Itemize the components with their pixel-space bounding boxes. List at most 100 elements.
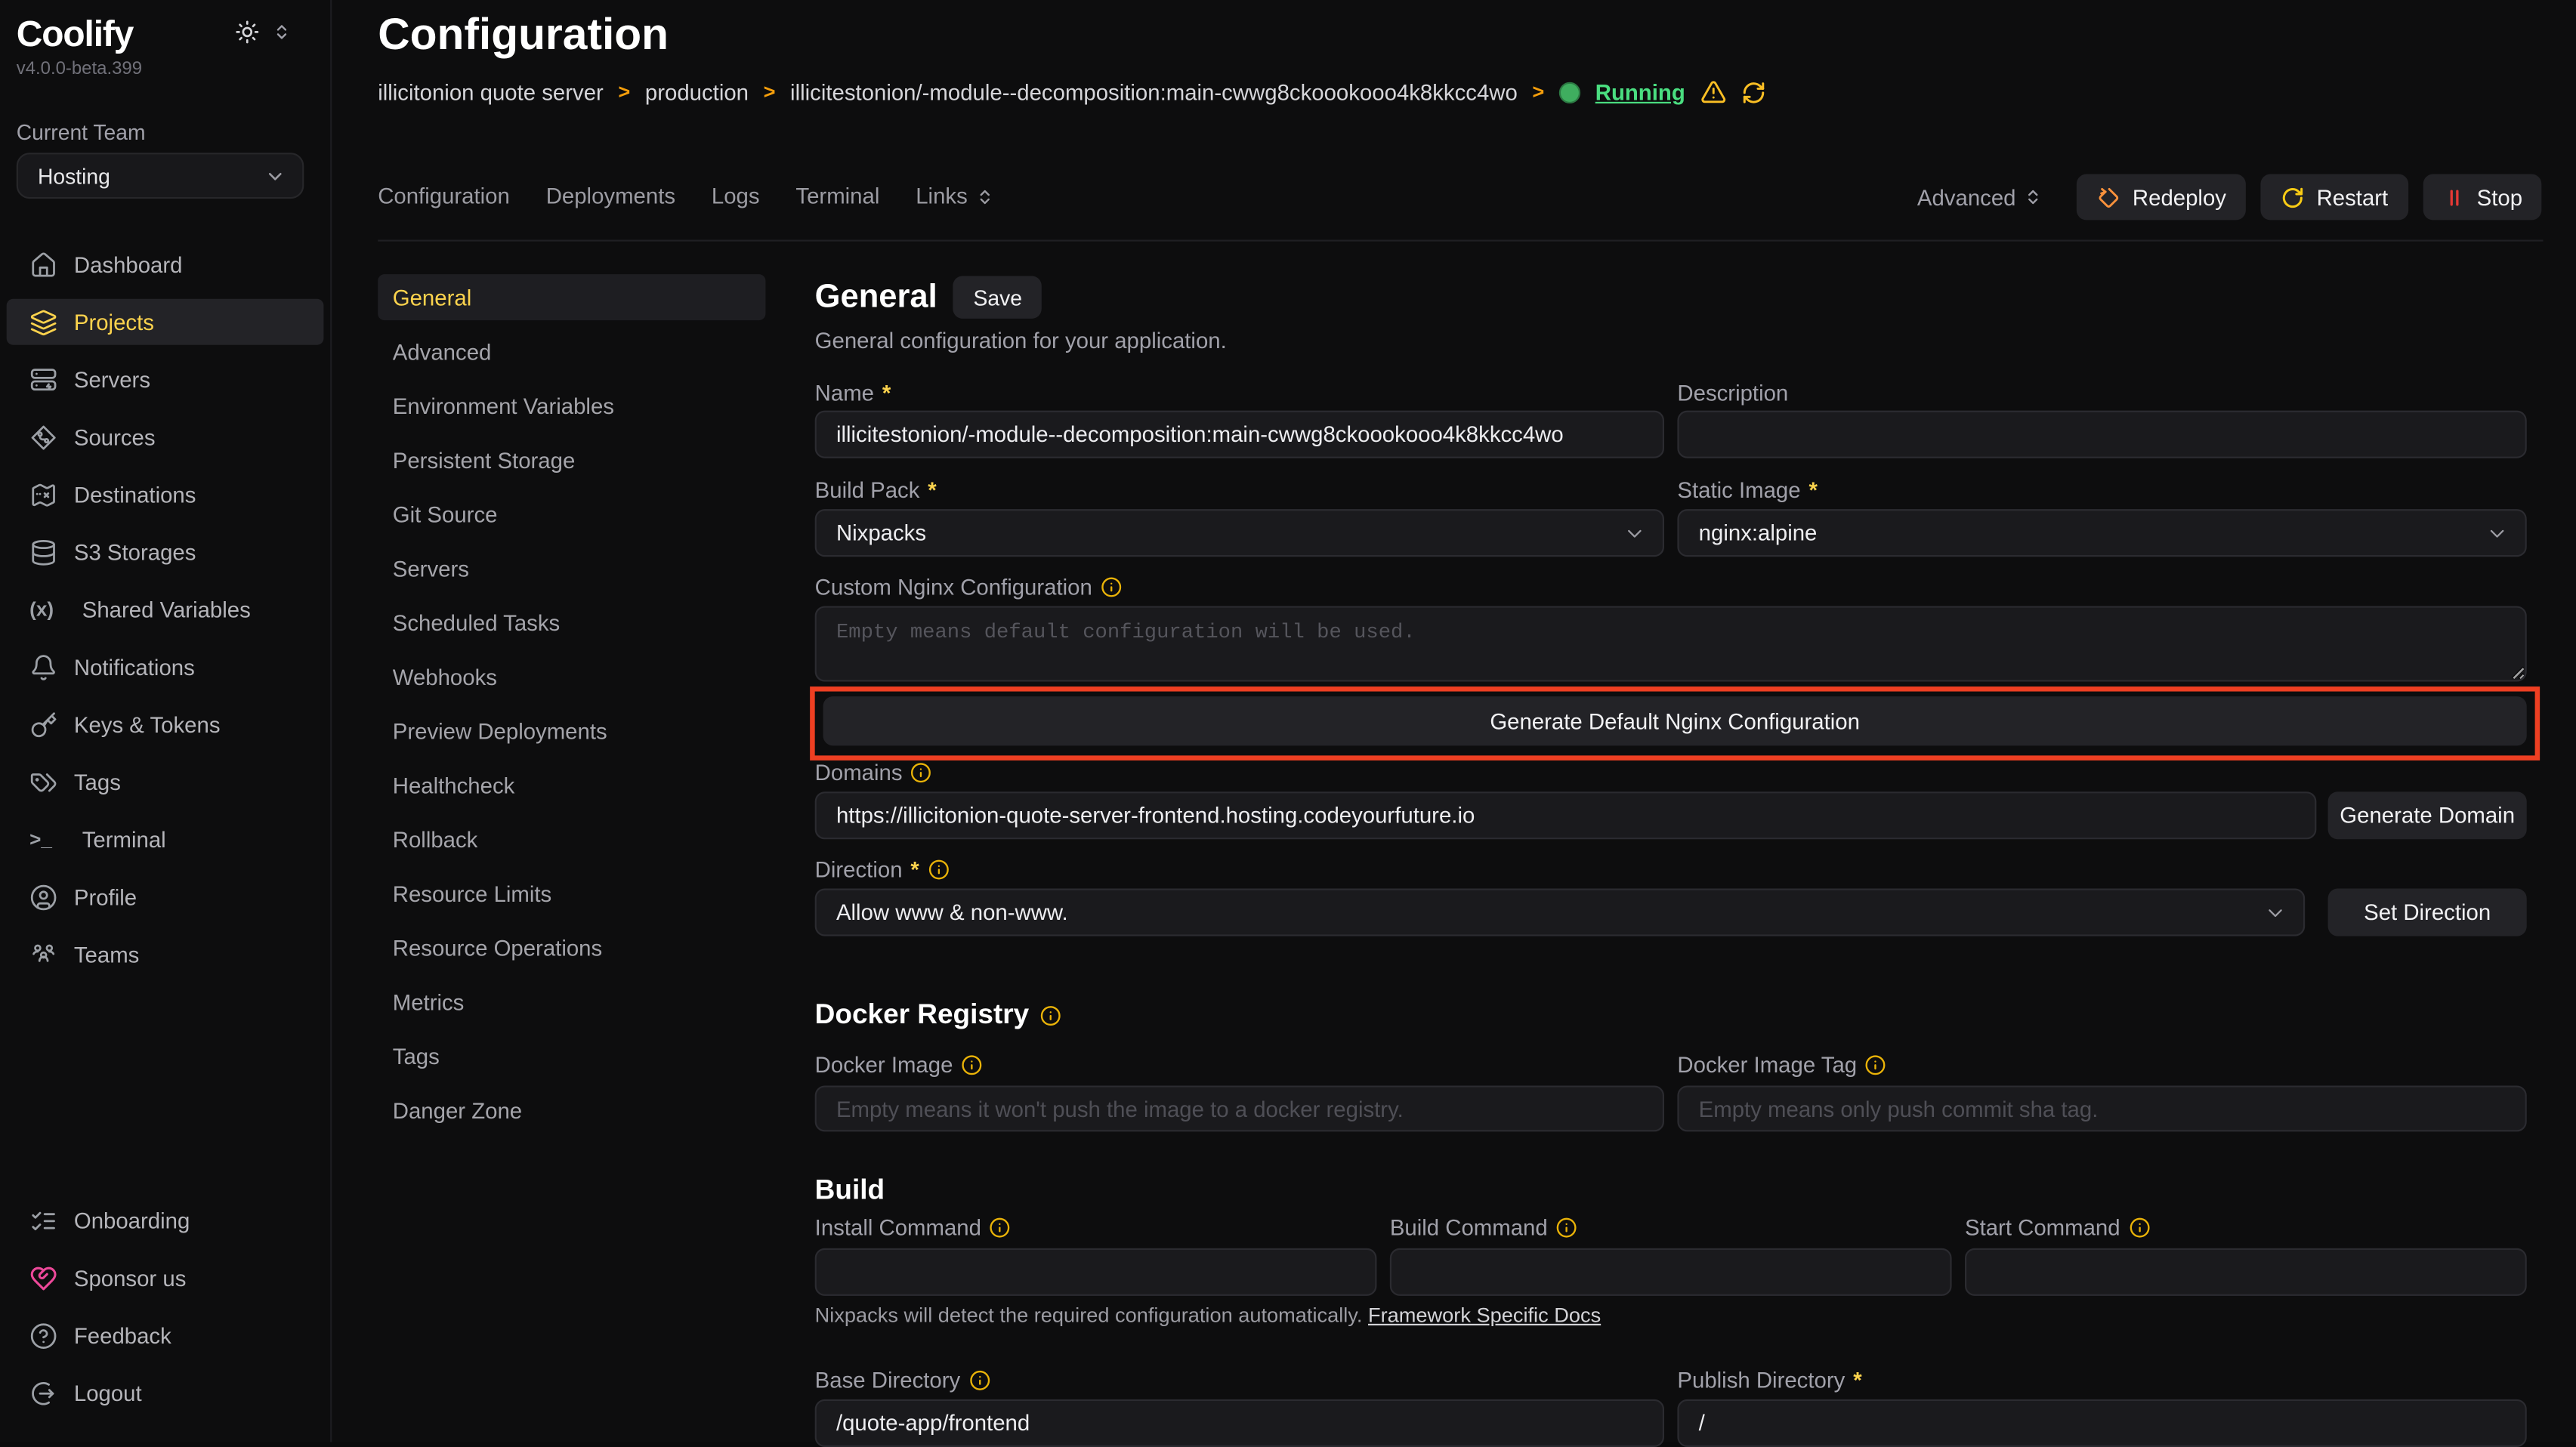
map-icon [29,480,57,508]
breadcrumb-environment[interactable]: production [645,79,749,104]
sidebar-item-profile[interactable]: Profile [0,874,330,920]
docker-registry-heading: Docker Registry [815,998,1030,1031]
docker-image-label: Docker Image [815,1053,953,1078]
subnav-item-rollback[interactable]: Rollback [378,816,765,862]
subnav-item-git-source[interactable]: Git Source [378,491,765,537]
description-input[interactable] [1677,411,2526,458]
info-icon[interactable] [910,762,931,783]
sidebar-item-terminal[interactable]: >_ Terminal [0,816,330,862]
nginx-config-label: Custom Nginx Configuration [815,575,1092,600]
generate-domain-button[interactable]: Generate Domain [2328,791,2527,839]
build-pack-select[interactable]: Nixpacks [815,509,1664,557]
generate-nginx-button[interactable]: Generate Default Nginx Configuration [823,696,2527,745]
subnav-item-persistent-storage[interactable]: Persistent Storage [378,437,765,483]
install-command-input[interactable] [815,1248,1377,1296]
sidebar-item-projects[interactable]: Projects [7,299,324,345]
build-command-label: Build Command [1390,1215,1548,1240]
chevrons-up-down-icon [2024,187,2042,207]
subnav-item-tags[interactable]: Tags [378,1033,765,1079]
base-directory-input[interactable] [815,1399,1664,1447]
server-icon [29,366,57,393]
breadcrumb-application[interactable]: illicitestonion/-module--decomposition:m… [790,79,1518,104]
framework-docs-link[interactable]: Framework Specific Docs [1368,1304,1601,1327]
subnav-item-healthcheck[interactable]: Healthcheck [378,762,765,808]
refresh-icon[interactable] [1741,79,1766,104]
sidebar-item-notifications[interactable]: Notifications [0,643,330,690]
domains-label: Domains [815,761,903,785]
sidebar-item-logout[interactable]: Logout [0,1370,330,1416]
heart-hands-icon [29,1263,57,1291]
subnav-item-resource-limits[interactable]: Resource Limits [378,871,765,917]
status-badge[interactable]: Running [1595,79,1685,104]
stop-button[interactable]: Stop [2423,174,2542,221]
start-command-input[interactable] [1965,1248,2527,1296]
set-direction-button[interactable]: Set Direction [2328,889,2527,936]
theme-chevrons-icon[interactable] [273,21,291,42]
name-input[interactable] [815,411,1664,458]
subnav-item-environment-variables[interactable]: Environment Variables [378,383,765,429]
sidebar-item-feedback[interactable]: Feedback [0,1313,330,1359]
subnav-item-preview-deployments[interactable]: Preview Deployments [378,708,765,754]
current-team-label: Current Team [17,120,146,145]
breadcrumb-separator: > [618,81,630,103]
sidebar: Coolify v4.0.0-beta.399 Current Team Hos… [0,0,332,1442]
info-icon[interactable] [990,1217,1011,1238]
info-icon[interactable] [961,1054,982,1075]
domains-input[interactable] [815,791,2317,839]
sidebar-item-sources[interactable]: Sources [0,414,330,460]
subnav-item-webhooks[interactable]: Webhooks [378,654,765,700]
sidebar-item-keys-tokens[interactable]: Keys & Tokens [0,702,330,748]
docker-image-tag-input[interactable] [1677,1086,2526,1132]
sidebar-item-dashboard[interactable]: Dashboard [0,242,330,288]
save-button[interactable]: Save [953,276,1042,319]
static-image-select[interactable]: nginx:alpine [1677,509,2526,557]
info-icon[interactable] [928,859,949,880]
sidebar-item-sponsor[interactable]: Sponsor us [0,1255,330,1301]
info-icon[interactable] [968,1370,990,1391]
required-asterisk: * [910,857,919,882]
sidebar-item-label: Sources [74,424,156,449]
sidebar-item-destinations[interactable]: Destinations [0,471,330,517]
redeploy-button[interactable]: Redeploy [2077,174,2246,221]
sidebar-item-s3-storages[interactable]: S3 Storages [0,529,330,575]
start-command-label: Start Command [1965,1215,2120,1240]
brand-logo[interactable]: Coolify [17,13,134,56]
info-icon[interactable] [1556,1217,1577,1238]
theme-sun-icon[interactable] [235,20,260,45]
team-select[interactable]: Hosting [17,153,304,199]
sidebar-item-servers[interactable]: Servers [0,356,330,403]
tab-configuration[interactable]: Configuration [378,184,510,209]
info-icon[interactable] [1101,576,1122,597]
sidebar-item-tags[interactable]: Tags [0,759,330,805]
restart-button[interactable]: Restart [2261,174,2408,221]
warning-icon[interactable] [1700,79,1726,105]
subnav-item-resource-operations[interactable]: Resource Operations [378,924,765,970]
sidebar-item-label: Profile [74,884,137,909]
advanced-menu[interactable]: Advanced [1917,185,2042,210]
subnav-item-advanced[interactable]: Advanced [378,329,765,375]
subnav-item-servers[interactable]: Servers [378,545,765,591]
docker-image-input[interactable] [815,1086,1664,1132]
build-command-input[interactable] [1390,1248,1952,1296]
tab-links[interactable]: Links [916,184,993,209]
sidebar-item-teams[interactable]: Teams [0,931,330,977]
tab-terminal[interactable]: Terminal [795,184,879,209]
tab-deployments[interactable]: Deployments [546,184,675,209]
tab-logs[interactable]: Logs [712,184,760,209]
info-icon[interactable] [2128,1217,2149,1238]
subnav-item-general[interactable]: General [378,274,765,320]
publish-directory-input[interactable] [1677,1399,2526,1447]
info-icon[interactable] [1040,1004,1061,1026]
sidebar-item-shared-variables[interactable]: (x) Shared Variables [0,586,330,632]
breadcrumb-separator: > [1532,81,1544,103]
sidebar-item-onboarding[interactable]: Onboarding [0,1197,330,1243]
nginx-config-textarea[interactable] [815,606,2527,681]
breadcrumb-project[interactable]: illicitonion quote server [378,79,604,104]
sidebar-footer-nav: Onboarding Sponsor us Feedback Logout [0,1197,330,1427]
direction-select[interactable]: Allow www & non-www. [815,889,2305,936]
subnav-item-metrics[interactable]: Metrics [378,979,765,1025]
info-icon[interactable] [1865,1054,1886,1075]
home-icon [29,251,57,279]
subnav-item-danger-zone[interactable]: Danger Zone [378,1088,765,1134]
subnav-item-scheduled-tasks[interactable]: Scheduled Tasks [378,600,765,646]
